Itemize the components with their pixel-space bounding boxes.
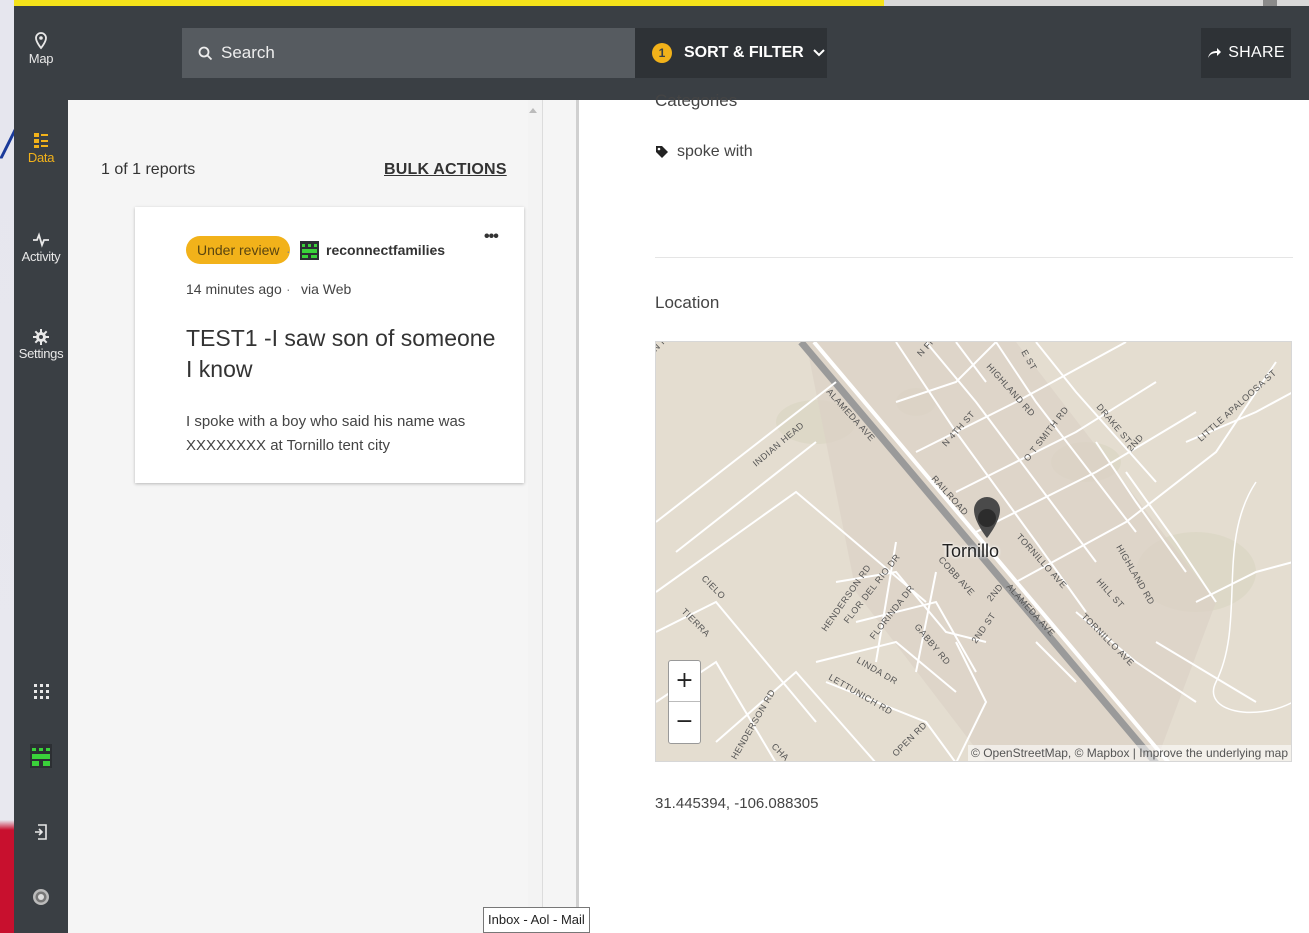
map-attribution[interactable]: © OpenStreetMap, © Mapbox | Improve the … bbox=[968, 745, 1291, 761]
apps-grid-icon bbox=[33, 684, 49, 699]
search-input[interactable] bbox=[221, 43, 621, 63]
deployment-logo-button[interactable] bbox=[14, 744, 68, 770]
activity-icon bbox=[33, 232, 49, 248]
status-badge: Under review bbox=[186, 236, 291, 264]
globe-icon bbox=[33, 889, 49, 905]
map-pin-icon bbox=[35, 32, 47, 50]
separator-dot: · bbox=[286, 243, 291, 259]
share-button[interactable]: SHARE bbox=[1201, 28, 1291, 78]
map-place-label: Tornillo bbox=[942, 541, 1000, 561]
sidebar-item-label: Activity bbox=[21, 249, 61, 264]
search-box[interactable] bbox=[182, 28, 635, 78]
author-avatar-icon bbox=[300, 241, 319, 260]
more-options-button[interactable]: ••• bbox=[484, 228, 499, 246]
separator-dot: · bbox=[286, 281, 291, 297]
category-item: spoke with bbox=[655, 143, 753, 161]
map-zoom-controls: + − bbox=[668, 660, 701, 744]
post-source: via Web bbox=[301, 281, 352, 297]
sidebar-item-label: Map bbox=[28, 51, 54, 66]
share-label: SHARE bbox=[1228, 44, 1285, 61]
sort-filter-button[interactable]: 1 SORT & FILTER bbox=[635, 28, 827, 78]
post-description: I spoke with a boy who said his name was… bbox=[186, 413, 466, 454]
background-window-edge: / bbox=[0, 0, 15, 933]
logout-icon bbox=[35, 824, 47, 840]
share-arrow-icon bbox=[1208, 48, 1222, 58]
sidebar-item-activity[interactable]: Activity bbox=[14, 232, 68, 264]
sidebar-item-label: Data bbox=[27, 150, 55, 165]
gear-icon bbox=[33, 329, 49, 345]
search-icon bbox=[198, 46, 213, 60]
apps-grid-button[interactable] bbox=[14, 684, 68, 701]
sidebar-item-map[interactable]: Map bbox=[14, 32, 68, 66]
category-label: spoke with bbox=[677, 143, 753, 160]
sidebar-item-settings[interactable]: Settings bbox=[14, 329, 68, 361]
post-time: 14 minutes ago bbox=[186, 281, 282, 297]
zoom-out-button[interactable]: − bbox=[669, 702, 700, 743]
logout-button[interactable] bbox=[14, 824, 68, 842]
list-scrollbar[interactable] bbox=[528, 100, 542, 933]
svg-text:OPEN RD: OPEN RD bbox=[890, 720, 929, 759]
top-bar: 1 SORT & FILTER SHARE bbox=[68, 6, 1309, 100]
ushahidi-globe-button[interactable] bbox=[14, 888, 68, 908]
deployment-logo-icon bbox=[30, 744, 52, 768]
separator-dot: · bbox=[431, 243, 436, 259]
categories-heading: Categories bbox=[655, 91, 738, 110]
chevron-down-icon bbox=[812, 49, 825, 57]
section-divider bbox=[655, 257, 1293, 258]
sort-filter-label: SORT & FILTER bbox=[684, 44, 804, 61]
scroll-up-arrow-icon[interactable] bbox=[529, 108, 537, 113]
post-title: TEST1 -I saw son of someone I know bbox=[186, 325, 496, 382]
bulk-actions-link[interactable]: BULK ACTIONS bbox=[384, 161, 507, 179]
sidebar-item-data[interactable]: Data bbox=[14, 132, 68, 165]
svg-text:N FI: N FI bbox=[656, 342, 671, 353]
svg-text:CIELO: CIELO bbox=[700, 573, 728, 601]
filter-count-badge: 1 bbox=[652, 43, 672, 63]
sidebar-item-label: Settings bbox=[18, 346, 64, 361]
location-coordinates: 31.445394, -106.088305 bbox=[655, 795, 819, 812]
data-icon bbox=[34, 133, 48, 148]
sidebar: Map Data Activity Settings bbox=[14, 6, 68, 933]
author-name[interactable]: reconnectfamilies bbox=[326, 242, 445, 258]
location-heading: Location bbox=[655, 293, 720, 312]
tag-icon bbox=[656, 146, 668, 158]
location-map[interactable]: ALAMEDA AVE INDIAN HEAD RAILROAD N 4TH S… bbox=[655, 341, 1292, 762]
post-card[interactable]: Under review · reconnectfamilies · ••• 1… bbox=[135, 207, 524, 483]
panel-gutter bbox=[543, 100, 576, 933]
taskbar-tooltip: Inbox - Aol - Mail bbox=[483, 907, 590, 933]
report-count: 1 of 1 reports bbox=[101, 161, 196, 178]
zoom-in-button[interactable]: + bbox=[669, 661, 700, 702]
